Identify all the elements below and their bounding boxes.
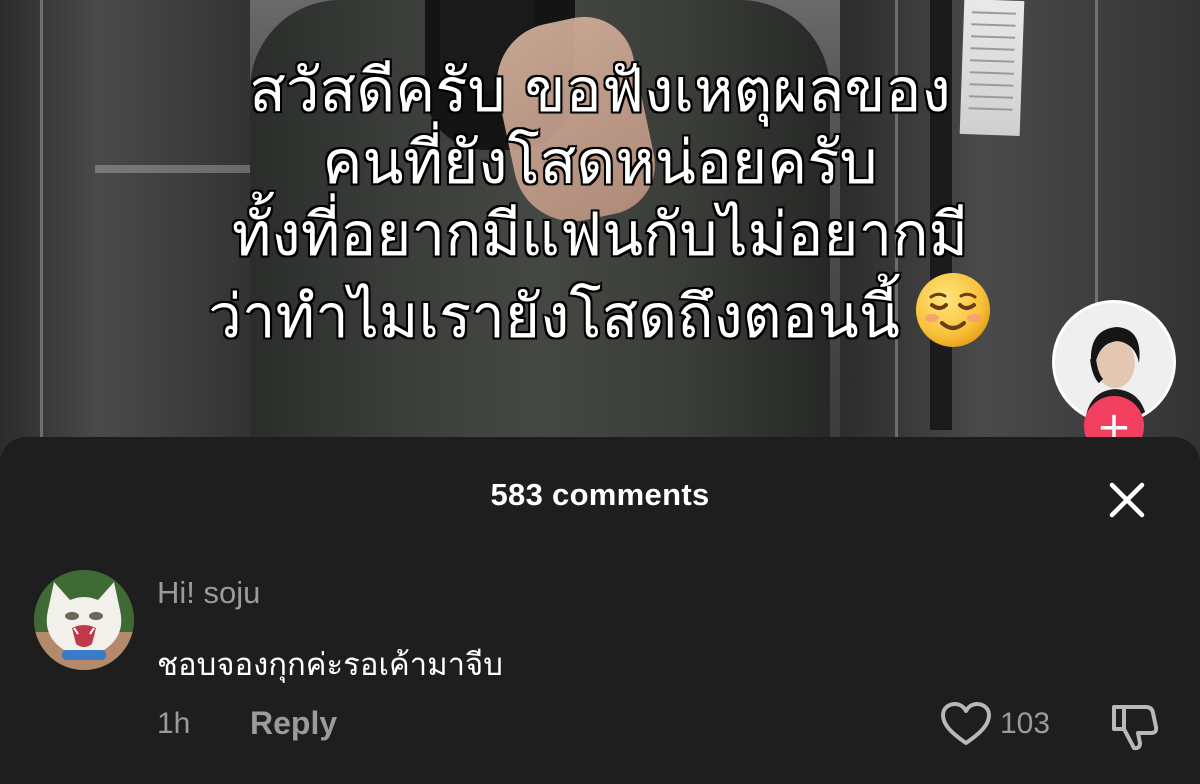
comments-count-title: 583 comments	[490, 477, 710, 512]
close-icon[interactable]	[1100, 473, 1154, 527]
caption-line: ว่าทำไมเรายังโสดถึงตอนนี้	[207, 281, 901, 354]
comment-text: ชอบจองกุกค่ะรอเค้ามาจีบ	[157, 647, 503, 683]
caption-line: ทั้งที่อยากมีแฟนกับไม่อยากมี	[231, 199, 970, 272]
reply-button[interactable]: Reply	[250, 705, 337, 742]
comments-sheet: 583 comments Hi! soju ชอบจองกุกค่ะรอเค้า…	[0, 437, 1200, 784]
thumbs-down-icon[interactable]	[1106, 699, 1160, 753]
comment-timestamp: 1h	[157, 707, 191, 740]
caption-line: สวัสดีครับ ขอฟังเหตุผลของ	[248, 55, 952, 128]
caption-line: คนที่ยังโสดหน่อยครับ	[321, 127, 879, 200]
heart-outline-icon[interactable]	[940, 701, 992, 747]
comment-username[interactable]: Hi! soju	[157, 575, 260, 611]
caption-line-last: ว่าทำไมเรายังโสดถึงตอนนี้	[60, 271, 1140, 353]
like-count: 103	[1000, 707, 1051, 740]
smiling-face-emoji-icon	[914, 271, 992, 349]
commenter-avatar[interactable]	[34, 570, 134, 670]
video-caption: สวัสดีครับ ขอฟังเหตุผลของ คนที่ยังโสดหน่…	[60, 55, 1140, 353]
elevator-seam	[40, 0, 43, 470]
video-player[interactable]: สวัสดีครับ ขอฟังเหตุผลของ คนที่ยังโสดหน่…	[0, 0, 1200, 470]
tiktok-screen: สวัสดีครับ ขอฟังเหตุผลของ คนที่ยังโสดหน่…	[0, 0, 1200, 784]
